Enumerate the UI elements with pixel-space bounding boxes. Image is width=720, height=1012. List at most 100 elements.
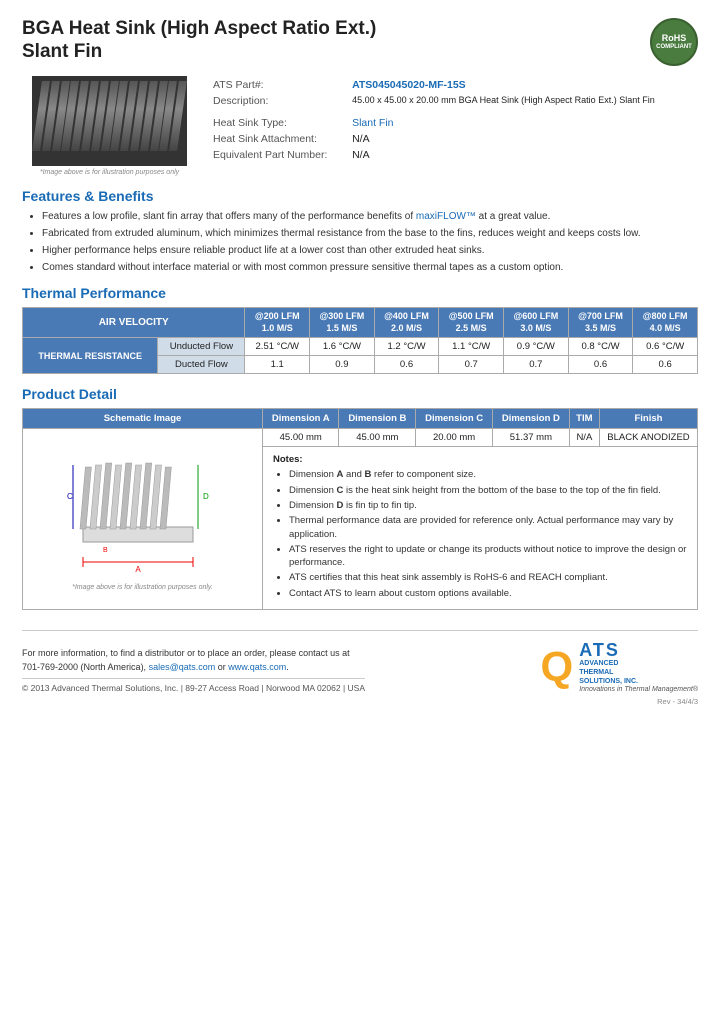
ats-name: ATS xyxy=(579,641,698,659)
page-title: BGA Heat Sink (High Aspect Ratio Ext.) S… xyxy=(22,18,376,64)
attach-value: N/A xyxy=(348,132,696,146)
ats-logo: Q ATS ADVANCEDTHERMALSOLUTIONS, INC. Inn… xyxy=(541,641,698,693)
col-dim-a: Dimension A xyxy=(263,409,339,429)
col-schematic: Schematic Image xyxy=(23,409,263,429)
notes-list: Dimension A and B refer to component siz… xyxy=(273,468,687,600)
svg-text:B: B xyxy=(103,547,108,554)
thermal-heading: Thermal Performance xyxy=(22,285,698,301)
footer-area: For more information, to find a distribu… xyxy=(22,630,698,706)
dim-d-value: 51.37 mm xyxy=(493,429,570,447)
footer-copyright: © 2013 Advanced Thermal Solutions, Inc. … xyxy=(22,678,365,693)
schematic-caption: *Image above is for illustration purpose… xyxy=(31,584,254,591)
product-image-block: *Image above is for illustration purpose… xyxy=(22,76,197,176)
footer-email[interactable]: sales@qats.com xyxy=(149,662,216,672)
col-200: @200 LFM1.0 M/S xyxy=(245,308,310,338)
ducted-600: 0.7 xyxy=(504,356,569,374)
rohs-badge: RoHS COMPLIANT xyxy=(650,18,698,66)
col-800: @800 LFM4.0 M/S xyxy=(633,308,698,338)
maxiflow-link: maxiFLOW™ xyxy=(416,211,476,222)
footer-website[interactable]: www.qats.com xyxy=(228,662,286,672)
desc-label: Description: xyxy=(209,94,346,108)
dim-a-value: 45.00 mm xyxy=(263,429,339,447)
product-detail-heading: Product Detail xyxy=(22,386,698,402)
equiv-value: N/A xyxy=(348,148,696,162)
specs-table: ATS Part#: ATS045045020-MF-15S Descripti… xyxy=(207,76,698,164)
finish-value: BLACK ANODIZED xyxy=(599,429,697,447)
col-dim-b: Dimension B xyxy=(339,409,416,429)
svg-text:A: A xyxy=(135,565,141,574)
ats-tagline: Innovations in Thermal Management® xyxy=(579,686,698,693)
col-dim-c: Dimension C xyxy=(416,409,493,429)
feature-item: Higher performance helps ensure reliable… xyxy=(42,244,698,258)
title-block: BGA Heat Sink (High Aspect Ratio Ext.) S… xyxy=(22,18,376,64)
dim-b-value: 45.00 mm xyxy=(339,429,416,447)
unducted-800: 0.6 °C/W xyxy=(633,338,698,356)
part-label: ATS Part#: xyxy=(209,78,346,92)
note-item: ATS reserves the right to update or chan… xyxy=(289,543,687,570)
thermal-resistance-label: THERMAL RESISTANCE xyxy=(23,338,158,374)
note-item: Dimension A and B refer to component siz… xyxy=(289,468,687,481)
note-item: ATS certifies that this heat sink assemb… xyxy=(289,571,687,584)
detail-table: Schematic Image Dimension A Dimension B … xyxy=(22,408,698,610)
rohs-text: RoHS xyxy=(662,33,687,44)
unducted-500: 1.1 °C/W xyxy=(439,338,504,356)
col-500: @500 LFM2.5 M/S xyxy=(439,308,504,338)
schematic-cell: A C B D *Image above is for illustration… xyxy=(23,429,263,610)
ats-q-letter: Q xyxy=(541,646,574,688)
air-velocity-header: AIR VELOCITY xyxy=(23,308,245,338)
notes-block: Notes: Dimension A and B refer to compon… xyxy=(267,450,693,606)
header-row: BGA Heat Sink (High Aspect Ratio Ext.) S… xyxy=(22,18,698,66)
col-600: @600 LFM3.0 M/S xyxy=(504,308,569,338)
features-heading: Features & Benefits xyxy=(22,188,698,204)
product-specs: ATS Part#: ATS045045020-MF-15S Descripti… xyxy=(197,76,698,176)
col-finish: Finish xyxy=(599,409,697,429)
ducted-200: 1.1 xyxy=(245,356,310,374)
desc-value: 45.00 x 45.00 x 20.00 mm BGA Heat Sink (… xyxy=(348,94,696,108)
col-700: @700 LFM3.5 M/S xyxy=(568,308,633,338)
notes-cell: Notes: Dimension A and B refer to compon… xyxy=(263,447,698,610)
dim-c-value: 20.00 mm xyxy=(416,429,493,447)
feature-item: Comes standard without interface materia… xyxy=(42,261,698,275)
note-item: Dimension C is the heat sink height from… xyxy=(289,484,687,497)
col-dim-d: Dimension D xyxy=(493,409,570,429)
svg-text:D: D xyxy=(203,492,209,501)
equiv-label: Equivalent Part Number: xyxy=(209,148,346,162)
svg-text:C: C xyxy=(67,492,73,501)
unducted-label: Unducted Flow xyxy=(158,338,245,356)
part-value: ATS045045020-MF-15S xyxy=(348,78,696,92)
ats-text-block: ATS ADVANCEDTHERMALSOLUTIONS, INC. Innov… xyxy=(579,641,698,693)
feature-item: Fabricated from extruded aluminum, which… xyxy=(42,227,698,241)
unducted-200: 2.51 °C/W xyxy=(245,338,310,356)
unducted-400: 1.2 °C/W xyxy=(374,338,439,356)
notes-title: Notes: xyxy=(273,454,687,465)
heatsink-image xyxy=(32,76,187,166)
ducted-300: 0.9 xyxy=(310,356,375,374)
footer-left: For more information, to find a distribu… xyxy=(22,647,365,693)
note-item: Thermal performance data are provided fo… xyxy=(289,514,687,541)
col-400: @400 LFM2.0 M/S xyxy=(374,308,439,338)
col-tim: TIM xyxy=(569,409,599,429)
feature-item: Features a low profile, slant fin array … xyxy=(42,210,698,224)
product-info-row: *Image above is for illustration purpose… xyxy=(22,76,698,176)
page: BGA Heat Sink (High Aspect Ratio Ext.) S… xyxy=(0,0,720,1012)
thermal-table: AIR VELOCITY @200 LFM1.0 M/S @300 LFM1.5… xyxy=(22,307,698,374)
ducted-700: 0.6 xyxy=(568,356,633,374)
rev-text: Rev - 34/4/3 xyxy=(22,697,698,706)
unducted-600: 0.9 °C/W xyxy=(504,338,569,356)
product-image-caption: *Image above is for illustration purpose… xyxy=(40,169,179,176)
attach-label: Heat Sink Attachment: xyxy=(209,132,346,146)
type-label: Heat Sink Type: xyxy=(209,116,346,130)
ats-full-name: ADVANCEDTHERMALSOLUTIONS, INC. xyxy=(579,659,698,686)
ducted-800: 0.6 xyxy=(633,356,698,374)
rohs-compliant: COMPLIANT xyxy=(656,44,692,51)
note-item: Contact ATS to learn about custom option… xyxy=(289,587,687,600)
unducted-700: 0.8 °C/W xyxy=(568,338,633,356)
unducted-300: 1.6 °C/W xyxy=(310,338,375,356)
features-list: Features a low profile, slant fin array … xyxy=(22,210,698,275)
footer-content: For more information, to find a distribu… xyxy=(22,641,698,693)
footer-contact-text: For more information, to find a distribu… xyxy=(22,647,365,674)
col-300: @300 LFM1.5 M/S xyxy=(310,308,375,338)
tim-value: N/A xyxy=(569,429,599,447)
ducted-400: 0.6 xyxy=(374,356,439,374)
schematic-svg: A C B D xyxy=(53,437,233,577)
